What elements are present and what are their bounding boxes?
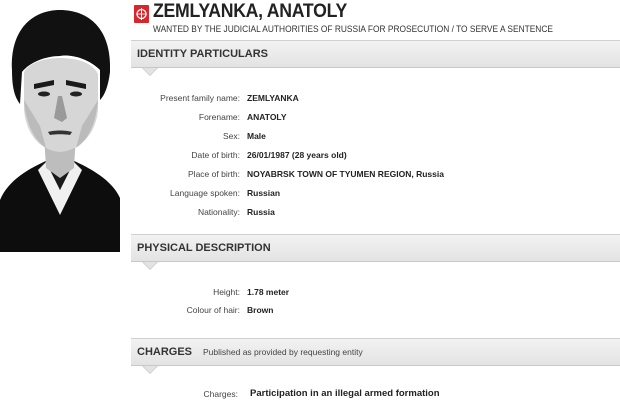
physical-section-header: PHYSICAL DESCRIPTION [131, 234, 620, 270]
field-label: Colour of hair: [186, 305, 240, 315]
field-family-name: Present family name: ZEMLYANKA [131, 93, 620, 107]
field-value: 1.78 meter [247, 287, 290, 297]
field-language: Language spoken: Russian [131, 188, 620, 202]
field-value: Brown [247, 305, 274, 315]
field-height: Height: 1.78 meter [131, 287, 620, 301]
wanted-subtitle: WANTED BY THE JUDICIAL AUTHORITIES OF RU… [153, 24, 553, 34]
charges-section-header: CHARGES Published as provided by request… [131, 338, 620, 374]
suspect-photo [0, 0, 120, 252]
section-notch [143, 366, 157, 373]
field-label: Present family name: [160, 93, 240, 103]
field-value: NOYABRSK TOWN OF TYUMEN REGION, Russia [247, 169, 444, 179]
field-label: Sex: [222, 131, 240, 141]
field-label: Nationality: [197, 207, 240, 217]
field-label: Height: [213, 287, 240, 297]
physical-section-title: PHYSICAL DESCRIPTION [137, 242, 271, 254]
field-value: ZEMLYANKA [247, 93, 299, 103]
charges-note: Published as provided by requesting enti… [203, 347, 363, 357]
field-charges: Charges: Participation in an illegal arm… [131, 388, 620, 403]
field-label: Charges: [203, 389, 239, 399]
field-value: Russia [247, 207, 275, 217]
field-label: Place of birth: [188, 169, 240, 179]
field-value: 26/01/1987 (28 years old) [247, 150, 347, 160]
field-nationality: Nationality: Russia [131, 207, 620, 221]
wanted-person-name: ZEMLYANKA, ANATOLY [153, 1, 347, 22]
identity-section-header: IDENTITY PARTICULARS [131, 40, 620, 76]
interpol-logo-icon [134, 5, 149, 23]
field-date-of-birth: Date of birth: 26/01/1987 (28 years old) [131, 150, 620, 164]
section-notch [143, 262, 157, 269]
field-place-of-birth: Place of birth: NOYABRSK TOWN OF TYUMEN … [131, 169, 620, 183]
field-label: Language spoken: [170, 188, 240, 198]
charges-section-title: CHARGES [137, 346, 193, 358]
field-sex: Sex: Male [131, 131, 620, 145]
field-hair-colour: Colour of hair: Brown [131, 305, 620, 319]
section-notch [143, 68, 157, 75]
field-label: Forename: [198, 112, 240, 122]
field-value: Male [247, 131, 266, 141]
field-value: Russian [247, 188, 281, 198]
field-value: ANATOLY [247, 112, 287, 122]
field-label: Date of birth: [191, 150, 240, 160]
field-forename: Forename: ANATOLY [131, 112, 620, 126]
identity-section-title: IDENTITY PARTICULARS [137, 48, 268, 60]
field-value: Participation in an illegal armed format… [250, 388, 440, 399]
